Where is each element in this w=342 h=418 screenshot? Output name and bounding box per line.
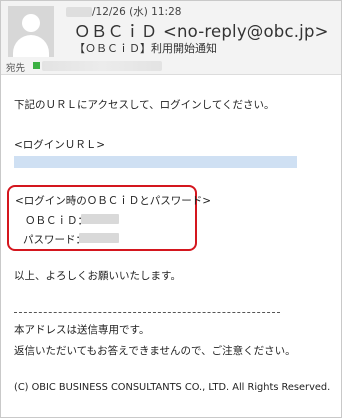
no-reply-notice: 返信いただいてもお答えできませんので、ご注意ください。: [14, 345, 296, 357]
obcid-label: ＯＢＣｉＤ：: [25, 215, 88, 227]
redacted-date-year: [66, 7, 92, 17]
to-label: 宛先: [6, 63, 26, 74]
closing-text: 以上、よろしくお願いいたします。: [14, 270, 181, 282]
sender-avatar-icon: [8, 6, 54, 57]
credentials-heading: <ログイン時のＯＢＣｉＤとパスワード>: [15, 195, 212, 207]
copyright-text: (C) OBIC BUSINESS CONSULTANTS CO., LTD. …: [14, 382, 331, 393]
redacted-login-url[interactable]: [14, 156, 297, 168]
email-header: /12/26 (水) 11:28 ＯＢＣｉＤ <no-reply@obc.jp>…: [1, 1, 341, 75]
avatar-head: [22, 14, 40, 32]
email-subject: 【ＯＢＣｉＤ】利用開始通知: [74, 42, 217, 55]
recipient-row: 宛先: [1, 58, 341, 74]
sender-name[interactable]: ＯＢＣｉＤ <no-reply@obc.jp>: [74, 18, 329, 42]
intro-text: 下記のＵＲＬにアクセスして、ログインしてください。: [14, 99, 275, 111]
password-label: パスワード：: [23, 234, 86, 246]
redacted-password-value: [79, 233, 119, 243]
email-window: /12/26 (水) 11:28 ＯＢＣｉＤ <no-reply@obc.jp>…: [0, 0, 342, 418]
signature-divider: [14, 312, 280, 313]
redacted-obcid-value: [81, 214, 119, 224]
login-url-heading: <ログインＵＲＬ>: [14, 139, 106, 151]
send-only-notice: 本アドレスは送信専用です。: [14, 324, 150, 336]
presence-status-icon: [33, 62, 40, 69]
redacted-recipient[interactable]: [42, 61, 162, 71]
avatar-shoulders: [13, 35, 49, 57]
received-date: /12/26 (水) 11:28: [92, 6, 182, 18]
